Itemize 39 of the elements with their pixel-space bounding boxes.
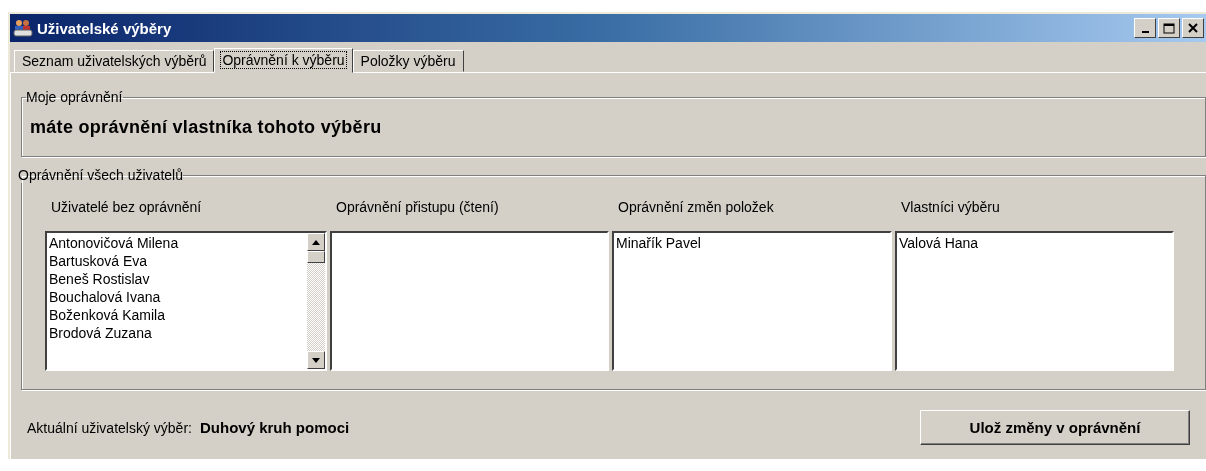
save-button[interactable]: Ulož změny v oprávnění: [920, 410, 1190, 445]
close-button[interactable]: [1182, 18, 1204, 38]
permission-text: máte oprávnění vlastníka tohoto výběru: [30, 117, 383, 138]
column-heading: Oprávnění přistupu (čtení): [335, 198, 500, 217]
list-item[interactable]: Brodová Zuzana: [49, 324, 305, 342]
maximize-button[interactable]: [1158, 18, 1180, 38]
scroll-up-button[interactable]: [307, 233, 325, 251]
list-item[interactable]: Antonovičová Milena: [49, 234, 305, 252]
column-heading: Oprávnění změn položek: [617, 198, 775, 217]
users-icon: [13, 19, 33, 37]
tab[interactable]: Položky výběru: [352, 50, 464, 72]
list-item[interactable]: Bartusková Eva: [49, 252, 305, 270]
user-list[interactable]: [330, 231, 609, 371]
scrollbar[interactable]: [307, 233, 325, 369]
minimize-button[interactable]: [1134, 18, 1156, 38]
scroll-down-button[interactable]: [307, 351, 325, 369]
scroll-thumb[interactable]: [307, 251, 325, 263]
current-selection-label: Aktuální uživatelský výběr:: [27, 419, 192, 436]
window-title: Uživatelské výběry: [37, 19, 173, 37]
user-list[interactable]: Antonovičová Milena Bartusková Eva Beneš Rostislav Bouchalová Ivana Boženková Kamila Brodová Zuzana: [45, 231, 327, 371]
user-list[interactable]: Minařík Pavel: [612, 231, 892, 371]
list-item[interactable]: Valová Hana: [899, 234, 1170, 252]
group-legend: Oprávnění všech uživatelů: [18, 167, 183, 183]
column-heading: Vlastníci výběru: [900, 198, 1001, 217]
maximize-icon: [1163, 22, 1175, 34]
list-item[interactable]: Bouchalová Ivana: [49, 288, 305, 306]
list-item[interactable]: Beneš Rostislav: [49, 270, 305, 288]
scroll-down-icon: [312, 357, 320, 363]
list-item[interactable]: Minařík Pavel: [616, 234, 888, 252]
user-list[interactable]: Valová Hana: [895, 231, 1174, 371]
close-icon: [1188, 23, 1198, 33]
current-selection-value: Duhový kruh pomoci: [199, 419, 351, 436]
minimize-icon: [1141, 31, 1149, 33]
list-item[interactable]: Boženková Kamila: [49, 306, 305, 324]
group-legend: Moje oprávnění: [26, 89, 123, 105]
tab[interactable]: Seznam uživatelských výběrů: [14, 50, 215, 72]
column-heading: Uživatelé bez oprávnění: [50, 198, 203, 217]
scroll-up-icon: [312, 239, 320, 245]
tab[interactable]: Oprávnění k výběru: [214, 48, 353, 73]
